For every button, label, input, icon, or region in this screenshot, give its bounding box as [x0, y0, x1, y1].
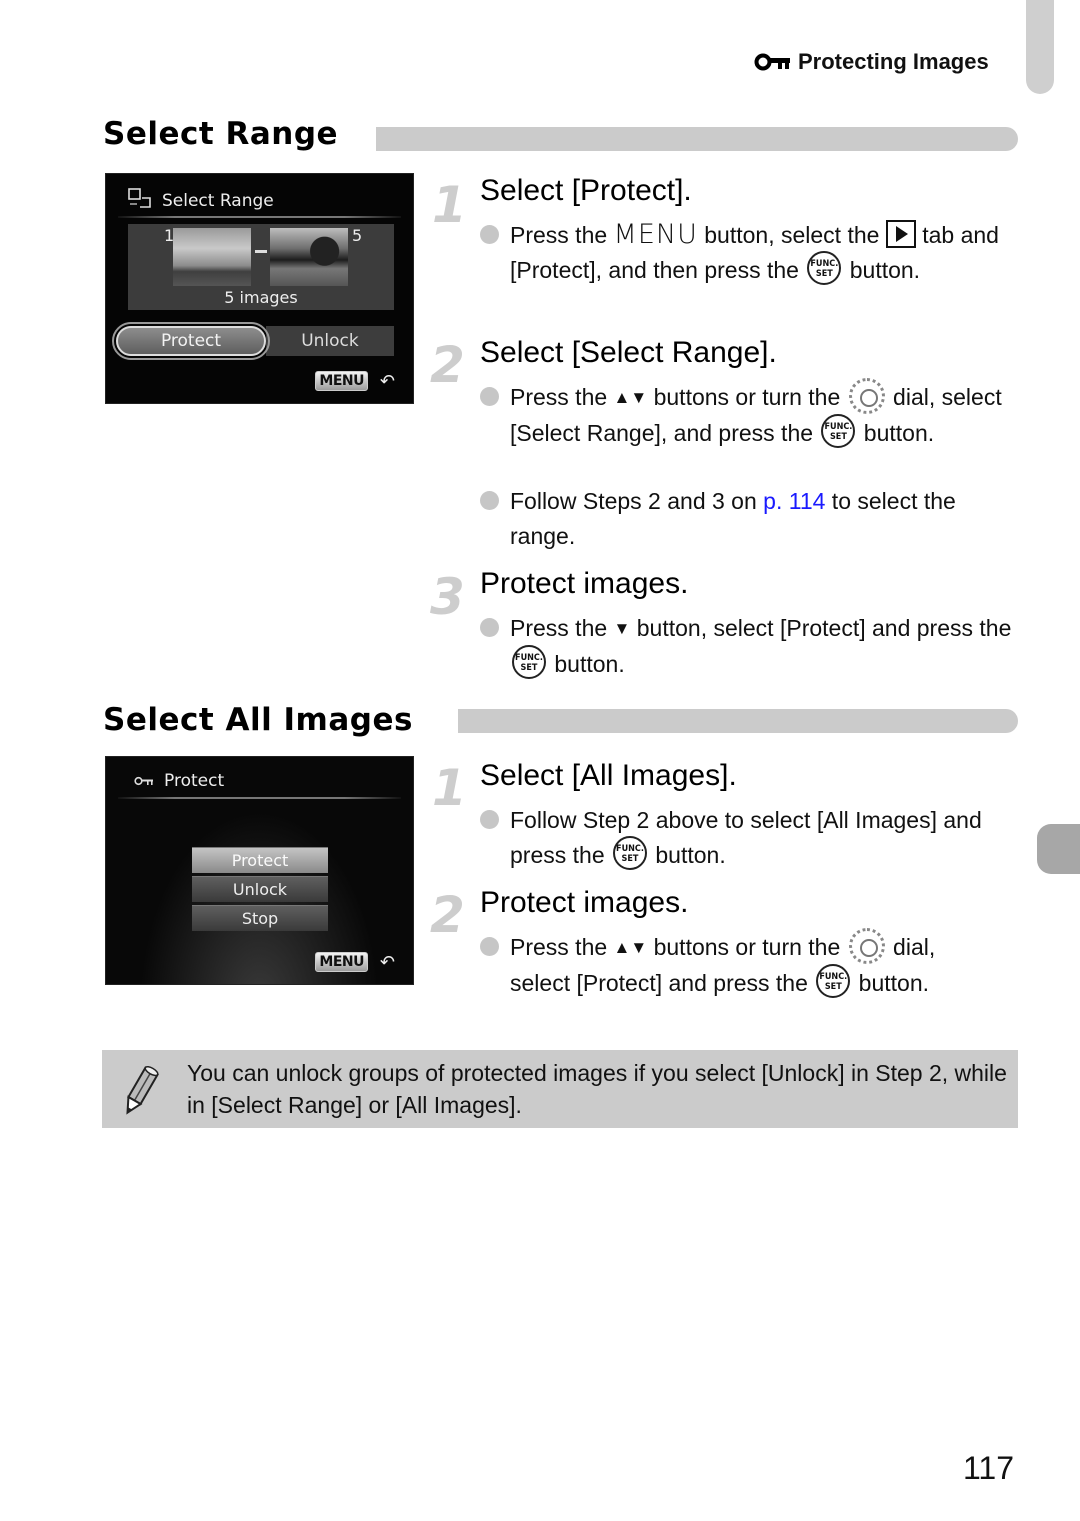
bullet-icon — [480, 387, 499, 406]
control-dial-icon — [848, 377, 885, 414]
unlock-option[interactable]: Unlock — [266, 326, 394, 356]
pencil-icon — [118, 1064, 162, 1123]
func-set-icon: FUNC. SET — [821, 414, 856, 449]
return-icon: ↶ — [379, 952, 395, 973]
protect-option[interactable]: Protect — [112, 322, 270, 360]
step-bullet: Press the ▲▼ buttons or turn the dial, s… — [480, 927, 990, 1000]
step-title: Protect images. — [480, 567, 689, 600]
step-number: 3 — [430, 568, 465, 626]
screen-header-title: Protect — [164, 771, 225, 791]
func-set-icon: FUNC. SET — [816, 964, 851, 999]
step-title: Select [All Images]. — [480, 759, 737, 792]
section-title-select-range: Select Range — [103, 116, 339, 152]
running-head-text: Protecting Images — [798, 49, 989, 74]
camera-screen-select-range: Select Range 1 5 5 images Unlock Protect… — [105, 173, 414, 404]
bullet-icon — [480, 618, 499, 637]
section-bar — [458, 709, 1018, 733]
step-title: Protect images. — [480, 886, 689, 919]
note-text: You can unlock groups of protected image… — [187, 1060, 1007, 1118]
func-set-icon: FUNC. SET — [512, 645, 546, 680]
step-number: 1 — [432, 176, 467, 234]
screen-divider — [118, 797, 401, 799]
step-title: Select [Protect]. — [480, 174, 692, 207]
range-last-thumbnail[interactable] — [270, 228, 348, 286]
chapter-tab — [1026, 0, 1054, 94]
up-down-arrows-icon: ▲▼ — [613, 938, 648, 957]
range-dash — [255, 250, 267, 253]
section-title-select-all-images: Select All Images — [103, 702, 413, 738]
up-down-arrows-icon: ▲▼ — [613, 388, 648, 407]
camera-screen-protect: Protect Protect Unlock Stop MENU ↶ — [105, 756, 414, 985]
bullet-icon — [480, 225, 499, 244]
range-last-index: 5 — [352, 226, 363, 245]
key-icon — [754, 53, 792, 71]
menu-button-icon: MENU — [315, 371, 368, 391]
chapter-tab-marker — [1037, 824, 1080, 874]
down-arrow-icon: ▼ — [613, 619, 631, 638]
playback-tab-icon — [885, 220, 916, 249]
step-number: 1 — [432, 759, 467, 817]
screen-header-title: Select Range — [162, 190, 274, 211]
bullet-icon — [480, 491, 499, 510]
step-number: 2 — [430, 336, 465, 394]
key-icon — [134, 771, 154, 791]
step-bullet: Follow Steps 2 and 3 on p. 114 to select… — [480, 484, 1020, 553]
protect-option[interactable]: Protect — [192, 847, 328, 873]
running-head: Protecting Images — [754, 49, 989, 75]
range-first-thumbnail[interactable] — [173, 228, 251, 286]
select-range-icon — [128, 188, 152, 213]
return-icon: ↶ — [379, 371, 395, 392]
unlock-option[interactable]: Unlock — [192, 876, 328, 902]
note-box: You can unlock groups of protected image… — [102, 1050, 1018, 1128]
page-number: 117 — [963, 1450, 1015, 1486]
bullet-icon — [480, 937, 499, 956]
step-bullet: Press the ▼ button, select [Protect] and… — [480, 611, 1020, 681]
func-set-icon: FUNC. SET — [613, 836, 647, 871]
screen-header: Protect — [134, 771, 224, 791]
screen-divider — [118, 216, 401, 218]
page-link[interactable]: p. 114 — [763, 488, 825, 514]
stop-option[interactable]: Stop — [192, 905, 328, 931]
step-bullet: Press the ▲▼ buttons or turn the dial, s… — [480, 377, 1020, 450]
section-bar — [376, 127, 1018, 151]
menu-button-icon: MENU — [315, 952, 368, 972]
control-dial-icon — [848, 927, 885, 964]
screen-header: Select Range — [128, 188, 274, 213]
func-set-icon: FUNC. SET — [807, 251, 842, 286]
step-number: 2 — [430, 886, 465, 944]
step-bullet: Press the MENU button, select the tab an… — [480, 218, 1020, 287]
step-bullet: Follow Step 2 above to select [All Image… — [480, 803, 1020, 872]
range-panel: 1 5 5 images — [128, 224, 394, 310]
menu-label-icon: MENU — [613, 219, 698, 250]
step-title: Select [Select Range]. — [480, 336, 777, 369]
range-count: 5 images — [224, 288, 298, 307]
bullet-icon — [480, 810, 499, 829]
